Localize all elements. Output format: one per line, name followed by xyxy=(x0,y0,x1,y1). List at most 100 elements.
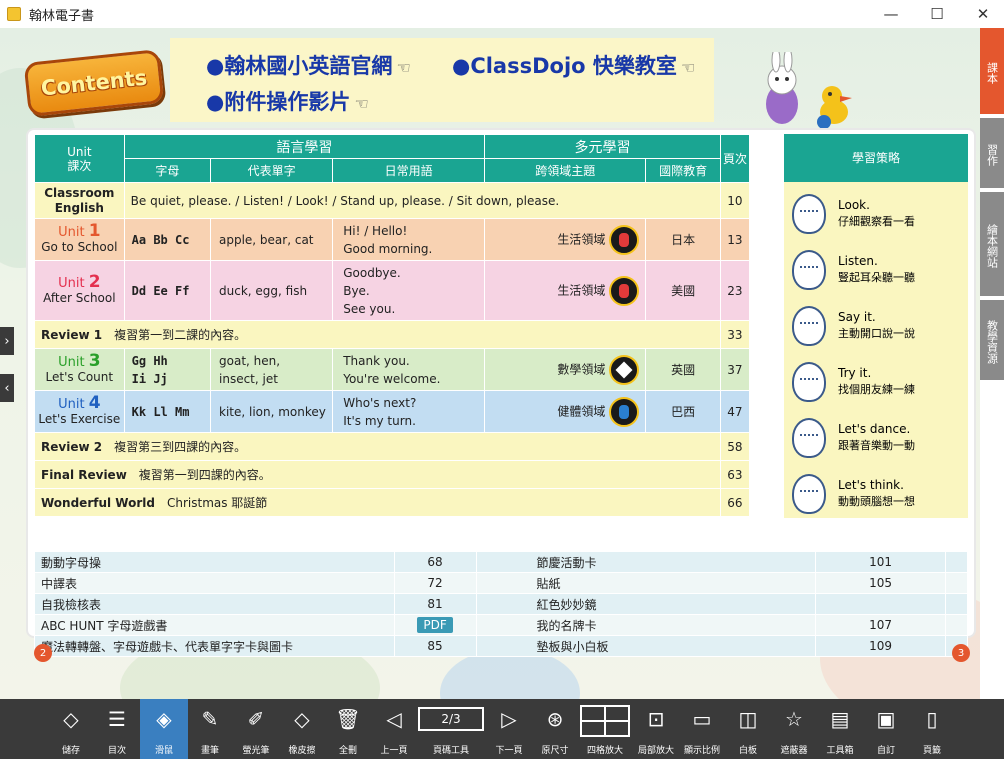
save-icon: ◇ xyxy=(63,707,79,731)
table-row[interactable]: Final Review 複習第一到四課的內容。 63 xyxy=(34,460,751,489)
tab-resources[interactable]: 教學資源 xyxy=(980,300,1004,380)
eraser-icon: ◇ xyxy=(294,707,310,731)
table-row[interactable]: Unit 1 Go to School Aa Bb Cc apple, bear,… xyxy=(34,218,751,261)
unit-phrases: Hi! / Hello! Good morning. xyxy=(332,218,486,261)
maximize-button[interactable]: ☐ xyxy=(914,0,960,28)
toolbar: ◇ 儲存 ☰ 目次 ◈ 滑鼠 ✎ 畫筆 ✐ 螢光筆 ◇ 橡皮擦 🗑 全刪 ◁ 上一頁 2/3 頁… xyxy=(0,699,1004,759)
link-classdojo[interactable]: ●ClassDojo 快樂教室 ☜ xyxy=(452,50,695,80)
display-ratio-button[interactable]: ▭ 顯示比例 xyxy=(678,699,726,759)
strategy-item: Try it. 找個朋友練一練 xyxy=(784,360,968,410)
highlighter-icon: ✐ xyxy=(247,707,265,731)
custom-icon: ▣ xyxy=(876,707,896,731)
app-icon xyxy=(7,7,21,21)
unit-vocab: duck, egg, fish xyxy=(209,260,334,321)
table-row[interactable]: 魔法轉轉盤、字母遊戲卡、代表單字字卡與圖卡 85 墊板與小白板 109 xyxy=(34,635,968,657)
phrases-header: 日常用語 xyxy=(332,158,486,183)
table-row[interactable]: Classroom English Be quiet, please. / Li… xyxy=(34,182,751,219)
strategy-item: Let's think. 動動頭腦想一想 xyxy=(784,472,968,522)
save-button[interactable]: ◇ 儲存 xyxy=(47,699,95,759)
link-tutorial-video[interactable]: ●附件操作影片 ☜ xyxy=(206,86,369,116)
strategy-item: Look. 仔細觀察看一看 xyxy=(784,192,968,242)
whiteboard-button[interactable]: ◫ 白板 xyxy=(724,699,772,759)
speak-mascot-icon xyxy=(792,306,826,346)
custom-button[interactable]: ▣ 自訂 xyxy=(862,699,910,759)
health-badge-icon xyxy=(609,396,640,427)
unit-letters: Kk Ll Mm xyxy=(123,390,212,433)
strategy-item: Say it. 主動開口說一說 xyxy=(784,304,968,354)
unit-vocab: kite, lion, monkey xyxy=(209,390,334,433)
highlighter-button[interactable]: ✐ 螢光筆 xyxy=(232,699,280,759)
unit-letters: Dd Ee Ff xyxy=(123,260,212,321)
original-size-button[interactable]: ⊛ 原尺寸 xyxy=(531,699,579,759)
contents-button[interactable]: ☰ 目次 xyxy=(93,699,141,759)
minimize-button[interactable]: — xyxy=(868,0,914,28)
unit-name: Unit 2 After School xyxy=(34,260,125,321)
book-page: Contents ●翰林國小英語官網 ☜ ●ClassDojo 快樂教室 ☜ ●附件… xyxy=(0,28,980,699)
unit-vocab: goat, hen, insect, jet xyxy=(209,348,334,391)
contents-card: Unit 課次 語言學習 多元學習 頁次 字母 代表單字 日常用語 跨領域主題 … xyxy=(28,130,974,657)
table-row[interactable]: Unit 4 Let's Exercise Kk Ll Mm kite, lion… xyxy=(34,390,751,433)
unit-name: Classroom English xyxy=(34,182,125,219)
mouse-button[interactable]: ◈ 滑鼠 xyxy=(140,699,188,759)
pen-icon: ✎ xyxy=(201,707,219,731)
review-row: Review 2 複習第三到四課的內容。 xyxy=(34,432,721,461)
table-row[interactable]: 動動字母操 68 節慶活動卡 101 xyxy=(34,551,968,573)
partial-zoom-button[interactable]: ⊡ 局部放大 xyxy=(632,699,680,759)
tab-textbook[interactable]: 課本 xyxy=(980,28,1004,114)
strategy-header: 學習策略 xyxy=(784,134,968,182)
table-row[interactable]: Unit 2 After School Dd Ee Ff duck, egg, f… xyxy=(34,260,751,321)
page-number: 33 xyxy=(719,320,751,349)
eraser-button[interactable]: ◇ 橡皮擦 xyxy=(278,699,326,759)
unit-intl: 英國 xyxy=(645,348,721,391)
four-grid-zoom-button[interactable]: 四格放大 xyxy=(581,699,629,759)
unit-vocab: apple, bear, cat xyxy=(209,218,334,261)
zoom-icon: ⊛ xyxy=(546,707,564,731)
try-mascot-icon xyxy=(792,362,826,402)
unit-letters: Aa Bb Cc xyxy=(123,218,212,261)
page-number: 58 xyxy=(719,432,751,461)
pen-button[interactable]: ✎ 畫筆 xyxy=(186,699,234,759)
toc-table: Unit 課次 語言學習 多元學習 頁次 字母 代表單字 日常用語 跨領域主題 … xyxy=(34,134,751,517)
table-row[interactable]: ABC HUNT 字母遊戲書 PDF 我的名牌卡 107 xyxy=(34,614,968,636)
ear-mascot-icon xyxy=(792,250,826,290)
page-number: 10 xyxy=(719,182,751,219)
monitor-icon: ▭ xyxy=(692,707,712,731)
pdf-button[interactable]: PDF xyxy=(417,617,453,633)
table-row[interactable]: 自我檢核表 81 紅色妙妙鏡 xyxy=(34,593,968,615)
cursor-icon: ◈ xyxy=(156,707,172,731)
table-row[interactable]: Wonderful World Christmas 耶誕節 66 xyxy=(34,488,751,517)
unit-intl: 巴西 xyxy=(645,390,721,433)
mask-icon: ☆ xyxy=(785,707,803,731)
prev-panel-arrow-icon[interactable]: ‹ xyxy=(0,374,14,402)
page-tools-button[interactable]: 頁碼工具 xyxy=(427,699,475,759)
expand-panel-arrow-icon[interactable]: › xyxy=(0,327,14,355)
list-icon: ☰ xyxy=(108,707,126,731)
hand-pointer-icon: ☜ xyxy=(680,58,696,77)
multi-header: 多元學習 xyxy=(484,134,721,159)
unit-name: Unit 4 Let's Exercise xyxy=(34,390,125,433)
table-row[interactable]: Unit 3 Let's Count Gg Hh Ii Jj goat, hen,… xyxy=(34,348,751,391)
tab-workbook[interactable]: 習作 xyxy=(980,118,1004,188)
unit-intl: 美國 xyxy=(645,260,721,321)
unit-name: Unit 1 Go to School xyxy=(34,218,125,261)
prev-page-button[interactable]: ◁ 上一頁 xyxy=(370,699,418,759)
classroom-content: Be quiet, please. / Listen! / Look! / St… xyxy=(123,182,721,219)
unit-intl: 日本 xyxy=(645,218,721,261)
bookmark-button[interactable]: ▯ 頁籤 xyxy=(908,699,956,759)
table-row[interactable]: 中譯表 72 貼紙 105 xyxy=(34,572,968,594)
close-button[interactable]: ✕ xyxy=(960,0,1004,28)
clear-all-button[interactable]: 🗑 全刪 xyxy=(324,699,372,759)
side-tabs: 課本 習作 繪本網站 教學資源 xyxy=(980,28,1004,699)
page-number: 23 xyxy=(719,260,751,321)
strategy-panel: 學習策略 Look. 仔細觀察看一看 Listen. 豎起耳朵聽一聽 Say it.… xyxy=(784,134,968,518)
tab-picturebook[interactable]: 繪本網站 xyxy=(980,192,1004,296)
language-header: 語言學習 xyxy=(123,134,486,159)
link-official-site[interactable]: ●翰林國小英語官網 ☜ xyxy=(206,50,411,80)
letters-header: 字母 xyxy=(123,158,212,183)
toolbox-button[interactable]: ▤ 工具箱 xyxy=(816,699,864,759)
life-badge-icon xyxy=(609,224,640,255)
next-page-button[interactable]: ▷ 下一頁 xyxy=(485,699,533,759)
masker-button[interactable]: ☆ 遮蔽器 xyxy=(770,699,818,759)
table-row[interactable]: Review 2 複習第三到四課的內容。 58 xyxy=(34,432,751,461)
table-row[interactable]: Review 1 複習第一到二課的內容。 33 xyxy=(34,320,751,349)
